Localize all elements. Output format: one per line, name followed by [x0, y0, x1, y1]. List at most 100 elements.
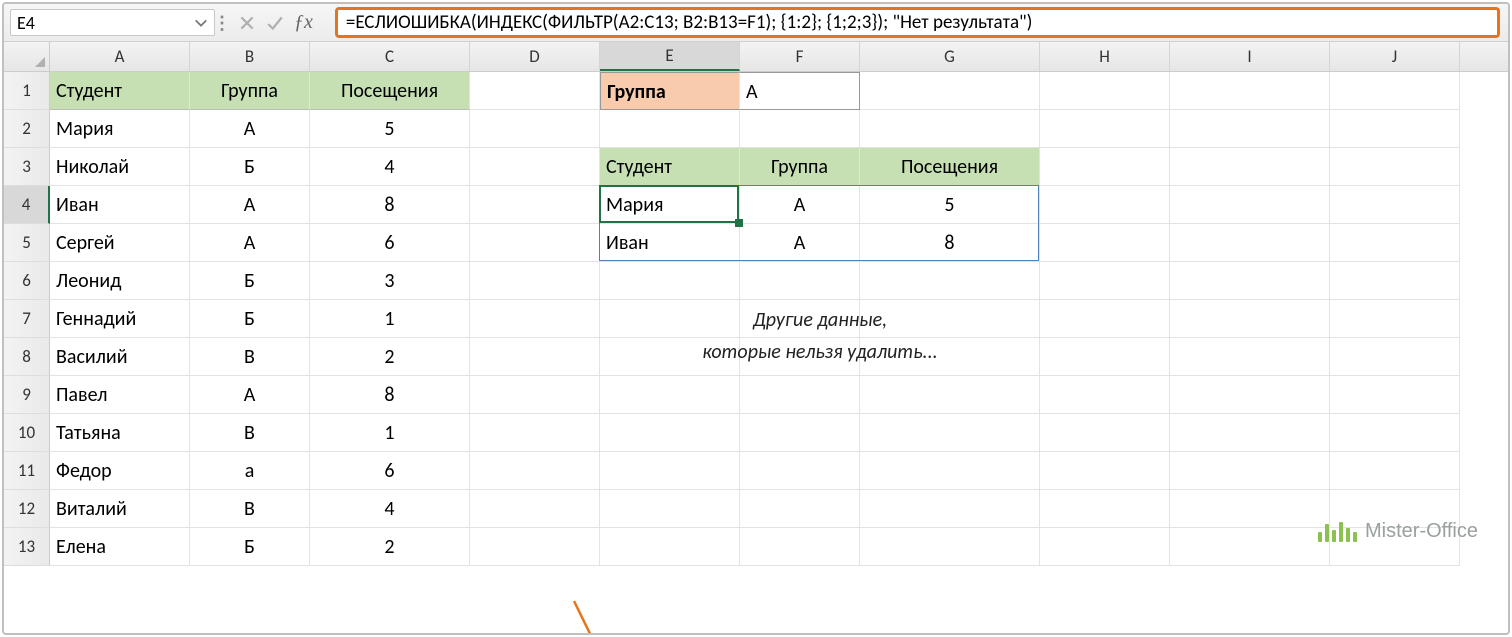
cell[interactable] [860, 262, 1040, 300]
cell[interactable]: 2 [310, 338, 470, 376]
cell[interactable] [1330, 224, 1460, 262]
cell[interactable] [1040, 110, 1170, 148]
cell[interactable] [740, 414, 860, 452]
cell[interactable] [470, 414, 600, 452]
cell[interactable] [740, 528, 860, 566]
fx-icon[interactable]: ƒx [294, 11, 321, 34]
row-header-9[interactable]: 9 [4, 376, 50, 414]
cell[interactable]: 2 [310, 528, 470, 566]
cell[interactable] [1040, 186, 1170, 224]
cell[interactable]: 6 [310, 224, 470, 262]
column-header-I[interactable]: I [1170, 42, 1330, 71]
cell[interactable] [470, 224, 600, 262]
cell[interactable]: 5 [860, 186, 1040, 224]
cell[interactable]: Иван [50, 186, 190, 224]
cell[interactable] [740, 490, 860, 528]
cell[interactable] [600, 490, 740, 528]
cell[interactable]: Посещения [310, 72, 470, 110]
cell[interactable]: Татьяна [50, 414, 190, 452]
cell[interactable] [1040, 528, 1170, 566]
column-header-B[interactable]: B [190, 42, 310, 71]
cell[interactable] [740, 262, 860, 300]
cell[interactable] [740, 452, 860, 490]
cell[interactable] [1170, 376, 1330, 414]
cell[interactable] [1040, 224, 1170, 262]
cell[interactable]: 5 [310, 110, 470, 148]
cell[interactable] [1170, 72, 1330, 110]
cell[interactable] [860, 376, 1040, 414]
cell[interactable] [1170, 262, 1330, 300]
cell[interactable] [1040, 414, 1170, 452]
cell[interactable] [470, 148, 600, 186]
cell[interactable]: А [190, 224, 310, 262]
cell[interactable] [1040, 376, 1170, 414]
cell[interactable] [600, 262, 740, 300]
cell[interactable]: А [740, 72, 860, 110]
column-header-J[interactable]: J [1330, 42, 1460, 71]
cell[interactable] [1170, 490, 1330, 528]
column-header-H[interactable]: H [1040, 42, 1170, 71]
cell[interactable]: Группа [740, 148, 860, 186]
cell[interactable] [1330, 110, 1460, 148]
cell[interactable] [470, 110, 600, 148]
fill-handle[interactable] [735, 219, 743, 227]
cell[interactable] [1330, 72, 1460, 110]
cell[interactable]: Б [190, 148, 310, 186]
cell[interactable] [1170, 414, 1330, 452]
cancel-icon[interactable] [238, 14, 256, 32]
cell[interactable]: Иван [600, 224, 740, 262]
cell[interactable] [600, 376, 740, 414]
cell[interactable] [860, 110, 1040, 148]
cell[interactable] [470, 452, 600, 490]
column-header-D[interactable]: D [470, 42, 600, 71]
name-box[interactable]: E4 [10, 9, 215, 36]
cell[interactable]: В [190, 414, 310, 452]
cell[interactable] [1330, 262, 1460, 300]
column-header-C[interactable]: C [310, 42, 470, 71]
cell[interactable] [1330, 186, 1460, 224]
enter-icon[interactable] [266, 14, 284, 32]
cell[interactable] [470, 262, 600, 300]
row-header-2[interactable]: 2 [4, 110, 50, 148]
cell[interactable] [1330, 414, 1460, 452]
cell[interactable] [740, 376, 860, 414]
cell[interactable] [860, 528, 1040, 566]
cell[interactable]: 8 [860, 224, 1040, 262]
cell[interactable]: Елена [50, 528, 190, 566]
cell[interactable] [860, 490, 1040, 528]
cell[interactable] [470, 528, 600, 566]
row-header-11[interactable]: 11 [4, 452, 50, 490]
cell[interactable] [1170, 148, 1330, 186]
cell[interactable]: Б [190, 262, 310, 300]
cell[interactable] [600, 452, 740, 490]
cell[interactable]: А [190, 110, 310, 148]
column-header-E[interactable]: E [600, 42, 740, 71]
row-header-3[interactable]: 3 [4, 148, 50, 186]
cell[interactable] [1170, 338, 1330, 376]
cell[interactable]: А [190, 186, 310, 224]
formula-input[interactable]: =ЕСЛИОШИБКА(ИНДЕКС(ФИЛЬТР(A2:C13; B2:B13… [335, 7, 1500, 38]
cell[interactable]: Мария [600, 186, 740, 224]
cell[interactable] [470, 376, 600, 414]
row-header-8[interactable]: 8 [4, 338, 50, 376]
cell[interactable] [860, 414, 1040, 452]
cell[interactable] [470, 490, 600, 528]
cell[interactable] [740, 110, 860, 148]
cell[interactable]: Посещения [860, 148, 1040, 186]
column-header-G[interactable]: G [860, 42, 1040, 71]
cell[interactable] [1040, 452, 1170, 490]
row-header-7[interactable]: 7 [4, 300, 50, 338]
row-header-5[interactable]: 5 [4, 224, 50, 262]
cell[interactable]: Николай [50, 148, 190, 186]
cell[interactable]: а [190, 452, 310, 490]
cell[interactable] [600, 414, 740, 452]
cell[interactable]: Студент [50, 72, 190, 110]
cell[interactable]: 4 [310, 148, 470, 186]
cell[interactable]: В [190, 490, 310, 528]
column-header-A[interactable]: A [50, 42, 190, 71]
row-header-13[interactable]: 13 [4, 528, 50, 566]
cell[interactable]: 6 [310, 452, 470, 490]
cell[interactable]: А [740, 186, 860, 224]
cell[interactable] [1170, 452, 1330, 490]
cell[interactable] [1040, 72, 1170, 110]
